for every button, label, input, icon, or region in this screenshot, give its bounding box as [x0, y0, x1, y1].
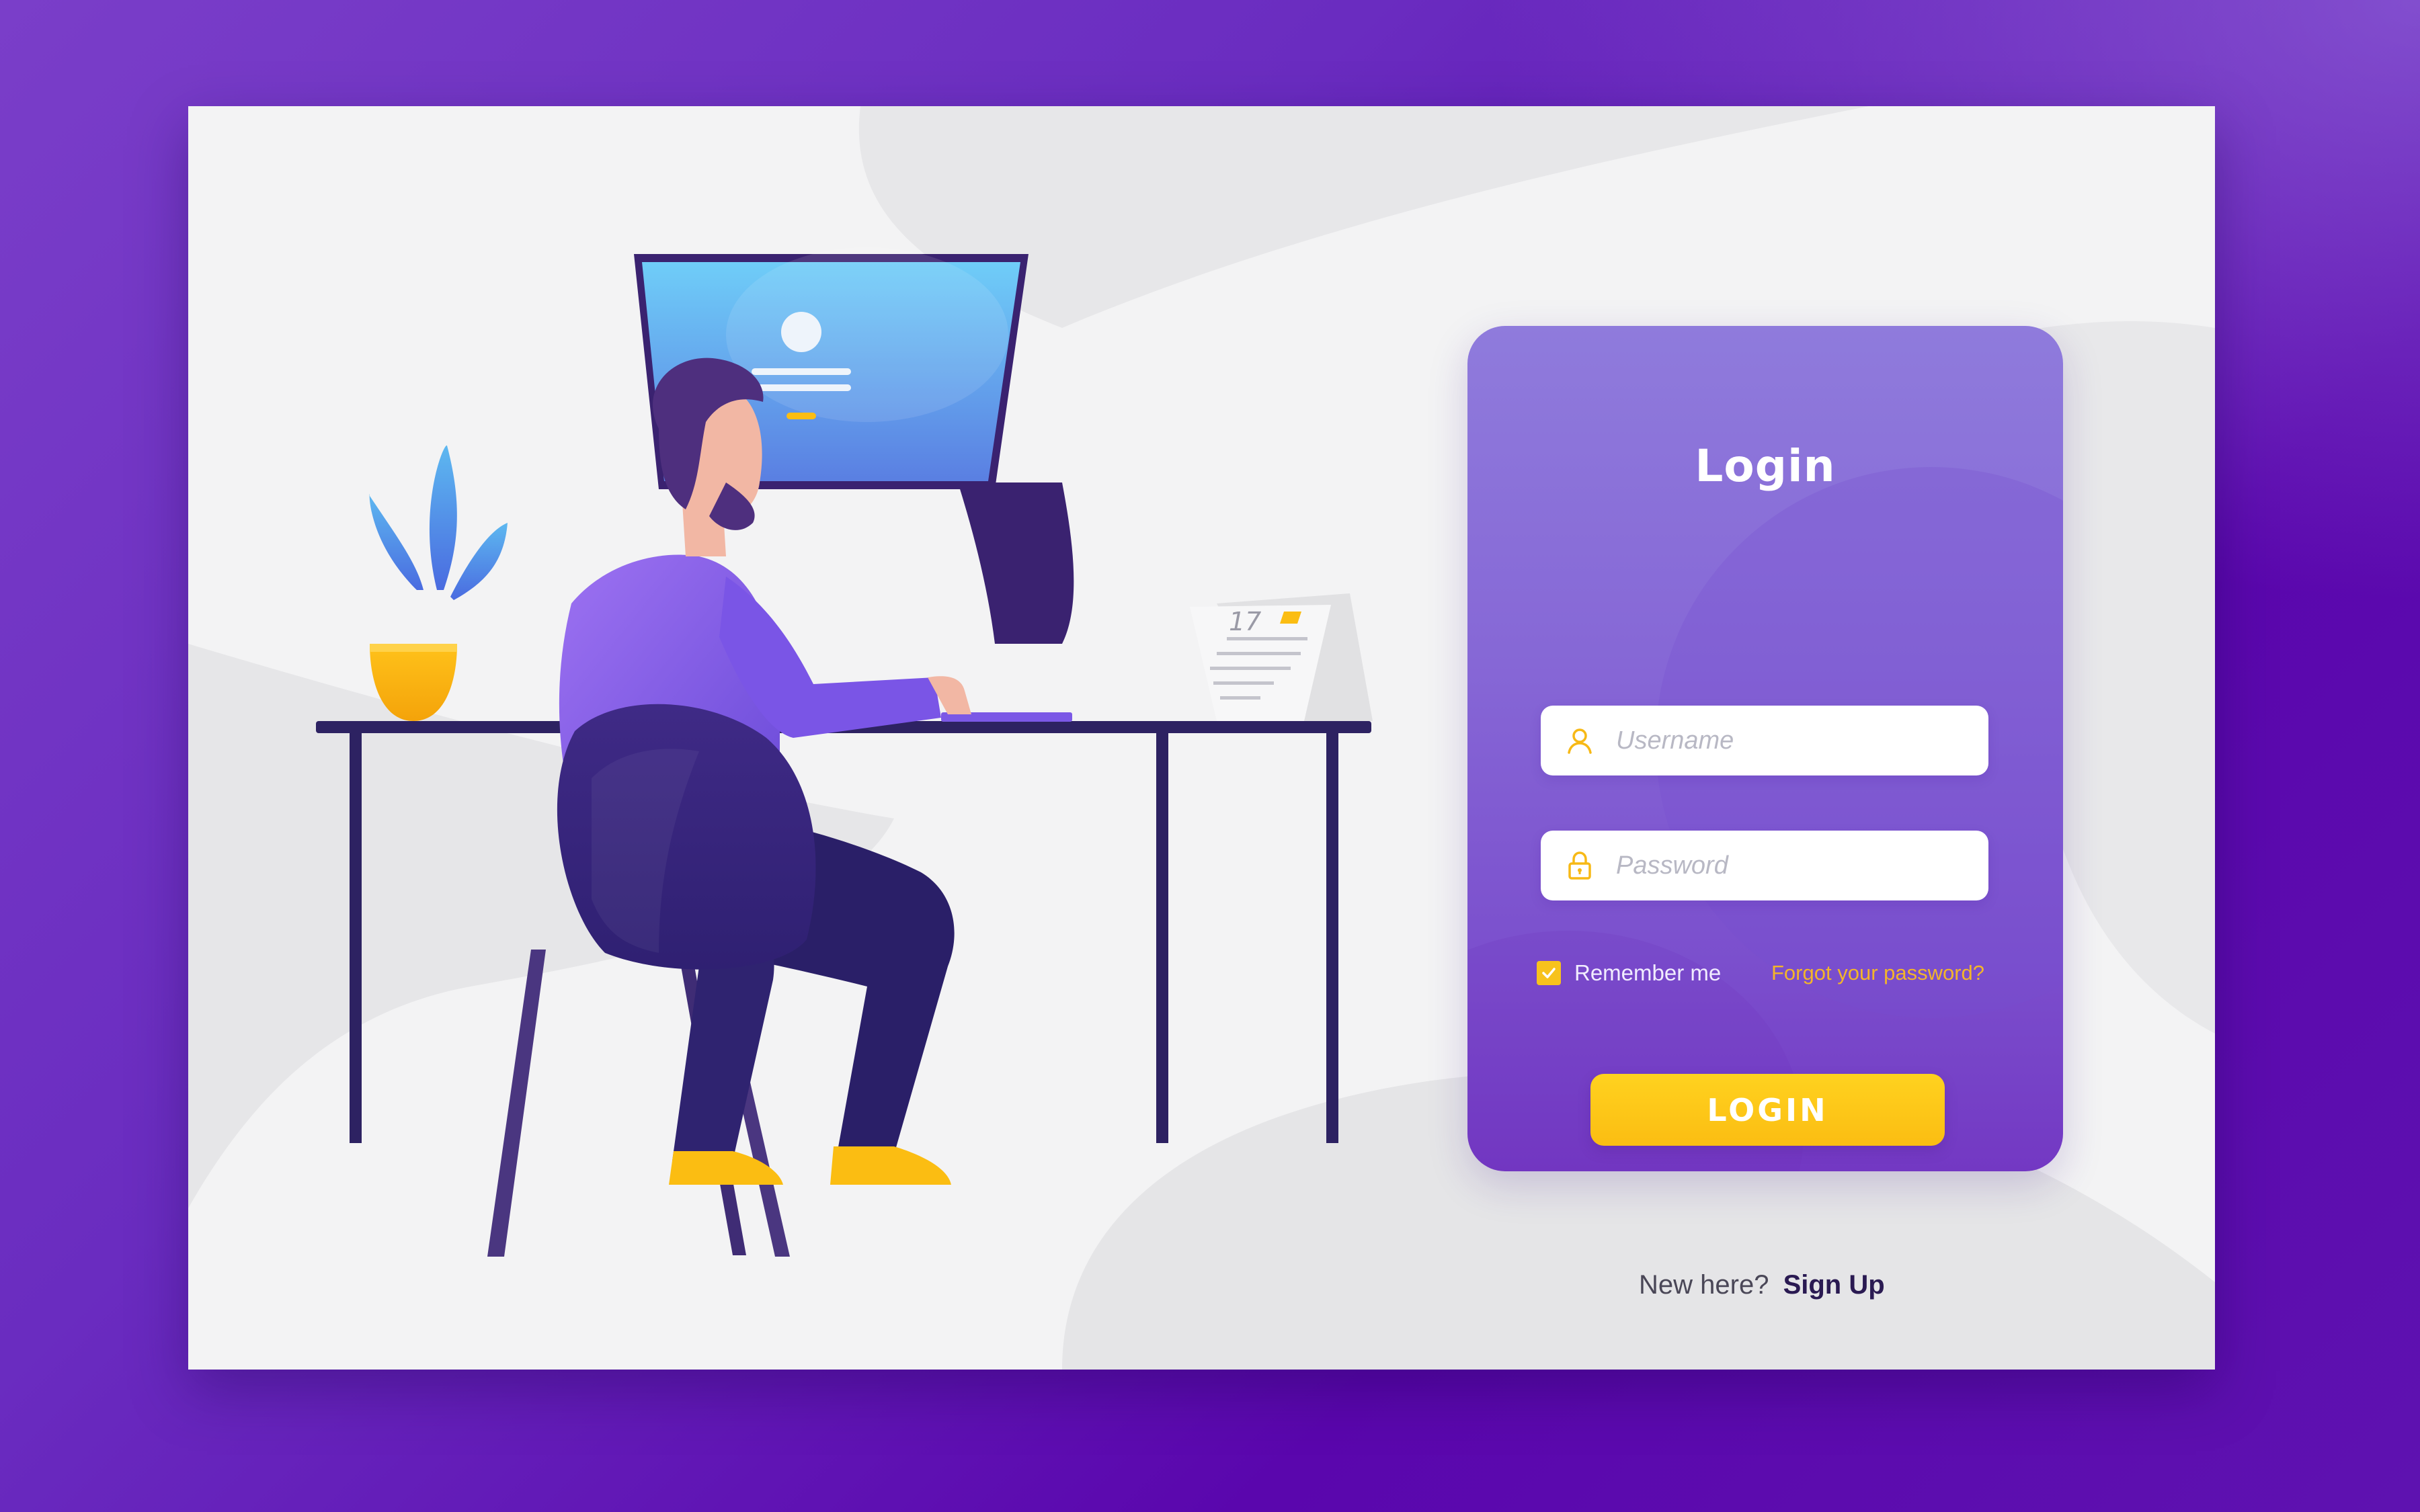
signup-prompt-text: New here? [1639, 1270, 1769, 1300]
username-input[interactable] [1616, 706, 1966, 775]
password-field[interactable] [1541, 831, 1988, 900]
monitor-stand [958, 482, 1074, 644]
screen-avatar [781, 312, 821, 352]
login-page-card: 17 Login Username Remember me Forgot you… [188, 106, 2215, 1370]
signup-link[interactable]: Sign Up [1783, 1270, 1885, 1300]
signup-prompt: New here? Sign Up [1639, 1265, 1885, 1305]
remember-me-checkbox[interactable]: Remember me [1537, 958, 1721, 988]
login-button[interactable]: LOGIN [1590, 1074, 1945, 1146]
login-panel: Login Remember me [1467, 326, 2063, 1171]
checkmark-icon [1542, 968, 1556, 978]
user-icon [1568, 728, 1592, 754]
login-title: Login [1695, 440, 1836, 492]
username-field[interactable] [1541, 706, 1988, 775]
password-input[interactable] [1616, 831, 1966, 900]
remember-me-label: Remember me [1574, 960, 1722, 985]
plant-pot [370, 644, 457, 721]
lock-icon [1568, 851, 1591, 880]
forgot-password-link[interactable]: Forgot your password? [1771, 958, 1984, 988]
calendar-day: 17 [1229, 607, 1261, 636]
checkbox-box[interactable] [1537, 961, 1561, 985]
